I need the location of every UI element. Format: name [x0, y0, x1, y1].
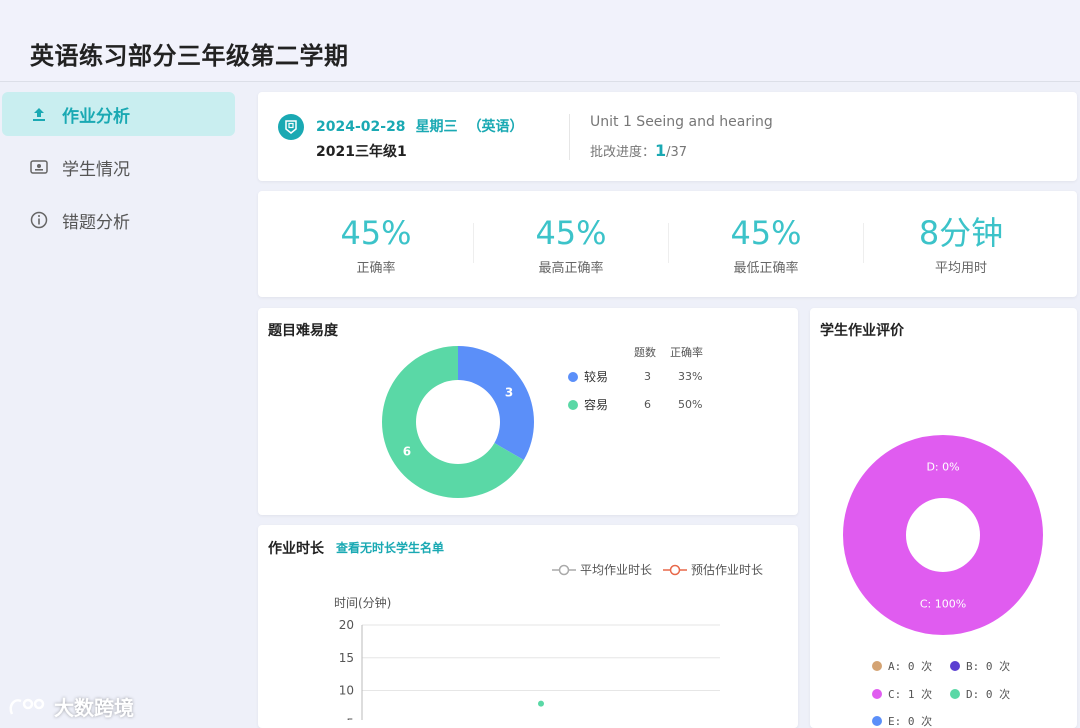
subject-badge-icon [278, 114, 304, 140]
y-axis-label: 时间(分钟) [334, 595, 391, 610]
donut-slice-较易[interactable] [458, 346, 534, 460]
class-name: 2021三年级1 [316, 144, 407, 160]
legend-label: E: 0 次 [888, 715, 933, 728]
homework-date: 2024-02-28 [316, 119, 406, 135]
legend-dot [872, 689, 882, 699]
stat-value: 45% [535, 214, 607, 252]
stat-label: 平均用时 [934, 261, 987, 276]
divider [569, 114, 570, 160]
sidebar-item-error-analysis[interactable]: 错题分析 [2, 198, 235, 242]
slice-label-top: D: 0% [926, 461, 959, 474]
eval-legend-c[interactable]: C: 1 次 [872, 686, 932, 702]
eval-legend-a[interactable]: A: 0 次 [872, 658, 932, 674]
stat-value: 45% [340, 214, 412, 252]
difficulty-rate: 33% [678, 370, 703, 383]
y-tick-label: 15 [339, 651, 354, 665]
legend-line-icon [663, 564, 687, 575]
sidebar-item-label: 错题分析 [62, 212, 130, 233]
progress-total: /37 [666, 145, 688, 160]
eval-legend-e[interactable]: E: 0 次 [872, 713, 932, 728]
data-point-average-time[interactable] [538, 700, 544, 707]
evaluation-title: 学生作业评价 [820, 323, 904, 339]
stat-label: 最高正确率 [538, 261, 604, 276]
info-circle-icon [30, 211, 48, 229]
eval-legend-d[interactable]: D: 0 次 [950, 686, 1010, 702]
difficulty-label: 容易 [584, 398, 609, 412]
sidebar-item-student-status[interactable]: 学生情况 [2, 145, 235, 189]
legend-average-time[interactable]: 平均作业时长 [552, 561, 652, 578]
student-evaluation-card: 学生作业评价 D: 0% C: 100% A: 0 次 B: 0 次 C: 1 次… [810, 308, 1077, 728]
page-header: 英语练习部分三年级第二学期 [0, 0, 1080, 82]
eval-legend-b[interactable]: B: 0 次 [950, 658, 1010, 674]
unit-title: Unit 1 Seeing and hearing [590, 114, 773, 130]
y-tick-label: 10 [339, 684, 354, 698]
difficulty-label: 较易 [584, 370, 609, 384]
stat-lowest-accuracy: 45% 最低正确率 [668, 213, 864, 276]
legend-label: A: 0 次 [888, 660, 933, 673]
homework-subject: （英语） [467, 119, 524, 135]
difficulty-donut-chart: 36 [382, 346, 534, 498]
difficulty-row: 容易 6 50% [568, 396, 702, 413]
difficulty-count: 3 [644, 370, 651, 383]
difficulty-card: 题目难易度 36 题数 正确率 较易 3 33% 容易 6 50% [258, 308, 798, 515]
difficulty-rate: 50% [678, 398, 703, 411]
y-tick-label: 5 [346, 716, 354, 720]
legend-label: 平均作业时长 [580, 563, 653, 577]
stat-value: 45% [730, 214, 802, 252]
stat-accuracy: 45% 正确率 [278, 213, 474, 276]
y-tick-label: 20 [339, 618, 354, 632]
legend-dot [872, 716, 882, 726]
stats-card: 45% 正确率 45% 最高正确率 45% 最低正确率 8分钟 平均用时 [258, 191, 1077, 297]
legend-label: B: 0 次 [966, 660, 1011, 673]
sidebar-item-label: 作业分析 [62, 106, 130, 127]
homework-time-line-chart: 时间(分钟) 5 10 15 20 [334, 595, 720, 720]
legend-dot [950, 689, 960, 699]
homework-date-line: 2024-02-28 星期三 （英语） [316, 116, 534, 136]
legend-label: C: 1 次 [888, 688, 933, 701]
legend-estimated-time[interactable]: 预估作业时长 [663, 561, 763, 578]
watermark: 大数跨境 [8, 692, 134, 721]
stat-average-time: 8分钟 平均用时 [863, 213, 1059, 276]
stat-label: 正确率 [356, 261, 396, 276]
sidebar-item-label: 学生情况 [62, 159, 130, 180]
donut-slice-C[interactable] [843, 435, 1043, 635]
watermark-logo-icon [9, 698, 45, 715]
slice-value-label: 6 [403, 445, 411, 459]
homework-time-card: 作业时长 查看无时长学生名单 平均作业时长 预估作业时长 时间(分钟) 5 10 15… [258, 525, 798, 728]
legend-label: D: 0 次 [966, 688, 1011, 701]
homework-weekday: 星期三 [415, 119, 458, 135]
page-title: 英语练习部分三年级第二学期 [30, 42, 349, 70]
homework-info-card: 2024-02-28 星期三 （英语） 2021三年级1 Unit 1 Seeing… [258, 92, 1077, 181]
legend-label: 预估作业时长 [691, 563, 764, 577]
homework-time-title: 作业时长 [268, 541, 324, 557]
col-header-count: 题数 [634, 346, 656, 359]
stat-label: 最低正确率 [733, 261, 799, 276]
sidebar-item-homework-analysis[interactable]: 作业分析 [2, 92, 235, 136]
progress-label: 批改进度： [590, 145, 656, 160]
legend-dot [568, 371, 578, 382]
upload-icon [30, 105, 48, 123]
grading-progress: 批改进度：1/37 [590, 141, 687, 160]
evaluation-donut-chart: D: 0% C: 100% [843, 435, 1043, 635]
difficulty-count: 6 [644, 398, 651, 411]
legend-line-icon [552, 564, 576, 575]
id-card-icon [30, 158, 48, 176]
col-header-rate: 正确率 [670, 346, 703, 359]
watermark-text: 大数跨境 [54, 696, 134, 720]
legend-dot [872, 661, 882, 671]
difficulty-title: 题目难易度 [268, 323, 338, 339]
no-time-students-link[interactable]: 查看无时长学生名单 [336, 539, 444, 556]
slice-label-bottom: C: 100% [920, 598, 966, 611]
legend-dot [950, 661, 960, 671]
difficulty-row: 较易 3 33% [568, 368, 702, 385]
stat-value: 8分钟 [918, 214, 1004, 252]
progress-done: 1 [655, 141, 667, 160]
stat-highest-accuracy: 45% 最高正确率 [473, 213, 669, 276]
legend-dot [568, 399, 578, 410]
sidebar: 作业分析 学生情况 错题分析 [0, 83, 246, 728]
slice-value-label: 3 [505, 386, 513, 400]
